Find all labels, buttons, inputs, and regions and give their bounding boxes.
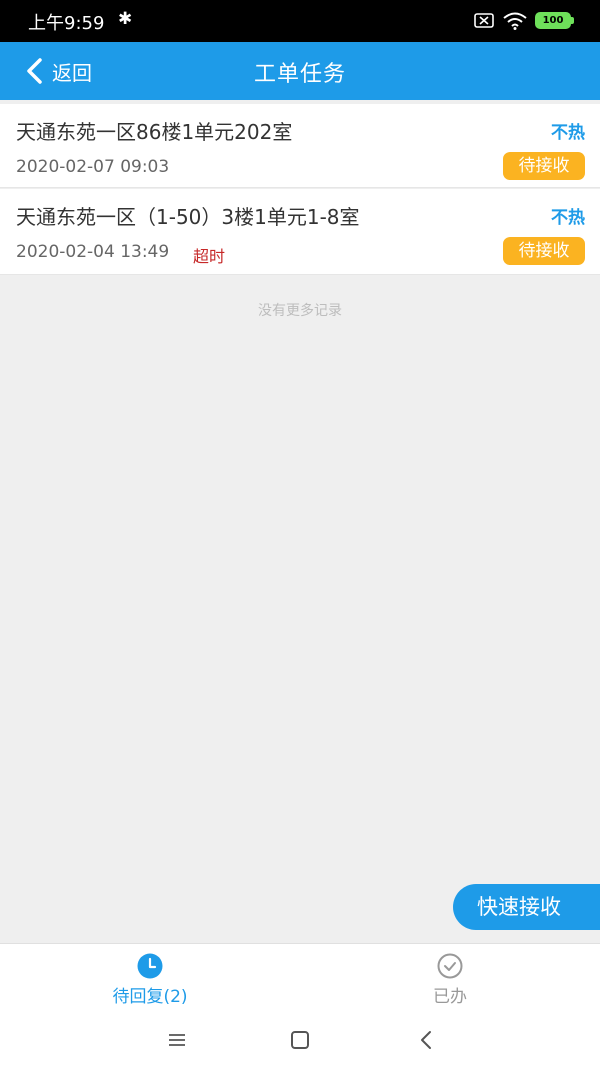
wifi-icon: [503, 12, 527, 30]
no-more-records: 没有更多记录: [258, 303, 342, 319]
system-nav-bar: [0, 1015, 600, 1067]
work-order-datetime: 2020-02-07 09:03: [16, 157, 170, 177]
work-order-datetime: 2020-02-04 13:49: [16, 242, 170, 262]
bluetooth-icon: ✱: [118, 9, 133, 29]
battery-tip: [571, 17, 574, 24]
check-circle-icon: [437, 953, 463, 979]
back-icon[interactable]: [414, 1027, 440, 1053]
heat-status: 不热: [551, 123, 585, 143]
nav-bar: 返回 工单任务: [0, 42, 600, 100]
tab-label: 已办: [433, 987, 467, 1007]
clock-icon: [137, 953, 163, 979]
work-order-list: 天通东苑一区86楼1单元202室 不热 2020-02-07 09:03 待接收…: [0, 104, 600, 275]
tab-pending-reply[interactable]: 待回复(2): [0, 944, 300, 1016]
home-icon[interactable]: [287, 1027, 313, 1053]
work-order-address: 天通东苑一区（1-50）3楼1单元1-8室: [16, 205, 360, 229]
status-badge: 待接收: [503, 237, 585, 265]
tab-bar: 待回复(2) 已办: [0, 943, 600, 1016]
work-order-address: 天通东苑一区86楼1单元202室: [16, 120, 293, 144]
battery-icon: 100: [535, 12, 571, 29]
work-order-row[interactable]: 天通东苑一区（1-50）3楼1单元1-8室 不热 2020-02-04 13:4…: [0, 189, 600, 275]
page-title: 工单任务: [253, 62, 346, 87]
tab-label: 待回复(2): [112, 987, 188, 1007]
menu-icon[interactable]: [164, 1027, 190, 1053]
no-sim-icon: [474, 13, 494, 28]
heat-status: 不热: [551, 208, 585, 228]
status-bar: 上午9:59 ✱ 100: [0, 0, 600, 42]
overtime-label: 超时: [193, 247, 226, 266]
status-time: 上午9:59: [28, 13, 105, 34]
status-badge: 待接收: [503, 152, 585, 180]
quick-accept-button[interactable]: 快速接收: [453, 884, 600, 930]
tab-done[interactable]: 已办: [300, 944, 600, 1016]
work-order-row[interactable]: 天通东苑一区86楼1单元202室 不热 2020-02-07 09:03 待接收: [0, 104, 600, 188]
